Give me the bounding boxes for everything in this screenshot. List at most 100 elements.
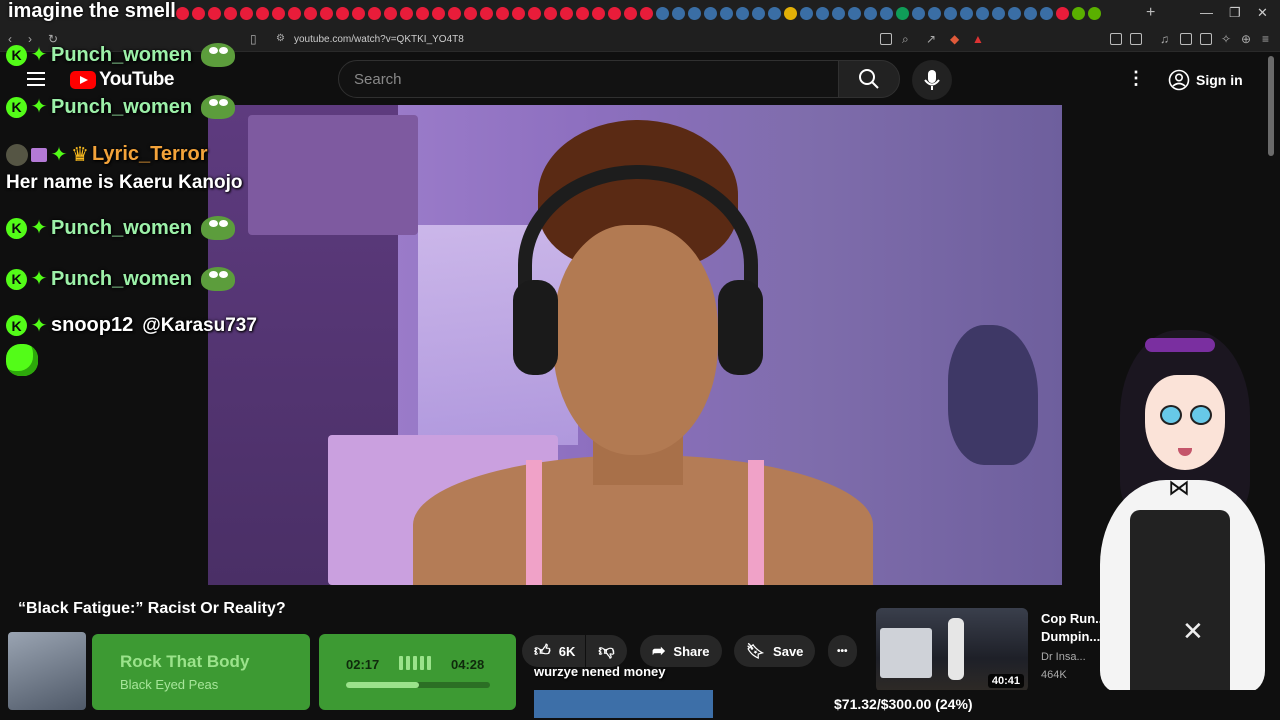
browser-tab[interactable]: [1072, 7, 1085, 20]
zoom-icon[interactable]: ⌕: [902, 32, 909, 47]
chat-message: Her name is Kaeru Kanojo: [6, 172, 243, 194]
vpn-icon[interactable]: ⊕: [1241, 32, 1251, 46]
video-player[interactable]: [208, 105, 1062, 585]
browser-tab[interactable]: [288, 7, 301, 20]
browser-tab[interactable]: [224, 7, 237, 20]
menu-icon[interactable]: ≡: [1262, 32, 1269, 46]
browser-tab[interactable]: [256, 7, 269, 20]
save-button[interactable]: 🔖︎ Save: [734, 635, 816, 667]
browser-tab[interactable]: [800, 7, 813, 20]
voice-search-button[interactable]: [912, 60, 952, 100]
extensions-puzzle-icon[interactable]: ✧: [1221, 32, 1231, 46]
minimize-button[interactable]: —: [1200, 5, 1213, 20]
browser-tab[interactable]: [576, 7, 589, 20]
browser-tab[interactable]: [816, 7, 829, 20]
browser-tab[interactable]: [336, 7, 349, 20]
new-tab-button[interactable]: +: [1146, 4, 1155, 22]
browser-tab[interactable]: [656, 7, 669, 20]
browser-tab[interactable]: [752, 7, 765, 20]
microphone-icon: [924, 70, 940, 90]
browser-tab[interactable]: [688, 7, 701, 20]
browser-tab[interactable]: [784, 7, 797, 20]
page-scrollbar[interactable]: [1268, 56, 1274, 156]
browser-tab[interactable]: [416, 7, 429, 20]
browser-tab[interactable]: [704, 7, 717, 20]
browser-tab[interactable]: [240, 7, 253, 20]
browser-tab[interactable]: [176, 7, 189, 20]
browser-tab[interactable]: [624, 7, 637, 20]
browser-tab[interactable]: [272, 7, 285, 20]
browser-tab[interactable]: [208, 7, 221, 20]
browser-tab[interactable]: [1024, 7, 1037, 20]
site-info-icon[interactable]: ⚙: [276, 33, 285, 44]
maximize-button[interactable]: ❐: [1229, 5, 1241, 21]
browser-tab[interactable]: [592, 7, 605, 20]
browser-tab[interactable]: [320, 7, 333, 20]
browser-tab[interactable]: [944, 7, 957, 20]
browser-tab[interactable]: [1056, 7, 1069, 20]
more-actions-button[interactable]: •••: [828, 635, 857, 667]
browser-tab[interactable]: [848, 7, 861, 20]
browser-tab[interactable]: [496, 7, 509, 20]
guide-menu-icon[interactable]: [27, 72, 45, 86]
sign-in-button[interactable]: Sign in: [1168, 66, 1243, 94]
cast-icon[interactable]: [880, 33, 892, 45]
chat-username: Punch_women: [51, 216, 193, 239]
like-button[interactable]: 👍︎ 6K: [522, 635, 586, 667]
browser-tab[interactable]: [384, 7, 397, 20]
browser-tab[interactable]: [896, 7, 909, 20]
settings-more-icon[interactable]: ⋮: [1127, 68, 1145, 89]
tab-strip[interactable]: [176, 7, 1156, 21]
search-button[interactable]: [838, 60, 900, 98]
extension-icon[interactable]: [1110, 33, 1122, 45]
youtube-logo[interactable]: YouTube: [70, 69, 174, 90]
browser-tab[interactable]: [736, 7, 749, 20]
browser-tab[interactable]: [768, 7, 781, 20]
browser-tab[interactable]: [912, 7, 925, 20]
browser-tab[interactable]: [832, 7, 845, 20]
browser-tab[interactable]: [528, 7, 541, 20]
recommended-views: 464K: [1041, 669, 1067, 681]
dislike-button[interactable]: 👎︎: [586, 635, 627, 667]
browser-tab[interactable]: [304, 7, 317, 20]
share-page-icon[interactable]: ↗: [926, 32, 936, 46]
url-field[interactable]: youtube.com/watch?v=QKTKI_YO4T8: [294, 34, 464, 45]
browser-tab[interactable]: [192, 7, 205, 20]
share-button[interactable]: ➦ Share: [640, 635, 722, 667]
browser-tab[interactable]: [432, 7, 445, 20]
browser-tab[interactable]: [672, 7, 685, 20]
brave-shield-icon[interactable]: ◆: [950, 32, 959, 46]
browser-tab[interactable]: [560, 7, 573, 20]
browser-tab[interactable]: [1008, 7, 1021, 20]
browser-tab[interactable]: [512, 7, 525, 20]
wallet-icon[interactable]: [1200, 33, 1212, 45]
browser-tab[interactable]: [544, 7, 557, 20]
browser-tab[interactable]: [960, 7, 973, 20]
browser-tab[interactable]: [368, 7, 381, 20]
search-input[interactable]: [339, 61, 839, 97]
media-icon[interactable]: ♫: [1160, 32, 1169, 46]
extension-icon[interactable]: [1130, 33, 1142, 45]
browser-tab[interactable]: [864, 7, 877, 20]
browser-tab[interactable]: [464, 7, 477, 20]
close-window-button[interactable]: ✕: [1257, 5, 1268, 21]
search-box[interactable]: [338, 60, 840, 98]
browser-tab[interactable]: [480, 7, 493, 20]
bookmark-icon[interactable]: ▯: [250, 32, 257, 46]
recommended-channel[interactable]: Dr Insa...: [1041, 648, 1086, 666]
sidebar-icon[interactable]: [1180, 33, 1192, 45]
browser-tab[interactable]: [400, 7, 413, 20]
browser-tab[interactable]: [1088, 7, 1101, 20]
browser-tab[interactable]: [720, 7, 733, 20]
browser-tab[interactable]: [976, 7, 989, 20]
browser-tab[interactable]: [640, 7, 653, 20]
browser-tab[interactable]: [448, 7, 461, 20]
browser-tab[interactable]: [1040, 7, 1053, 20]
browser-tab[interactable]: [608, 7, 621, 20]
rewards-icon[interactable]: ▲: [972, 32, 984, 46]
browser-tab[interactable]: [992, 7, 1005, 20]
recommended-thumbnail[interactable]: 40:41: [876, 608, 1028, 692]
browser-tab[interactable]: [928, 7, 941, 20]
browser-tab[interactable]: [352, 7, 365, 20]
browser-tab[interactable]: [880, 7, 893, 20]
